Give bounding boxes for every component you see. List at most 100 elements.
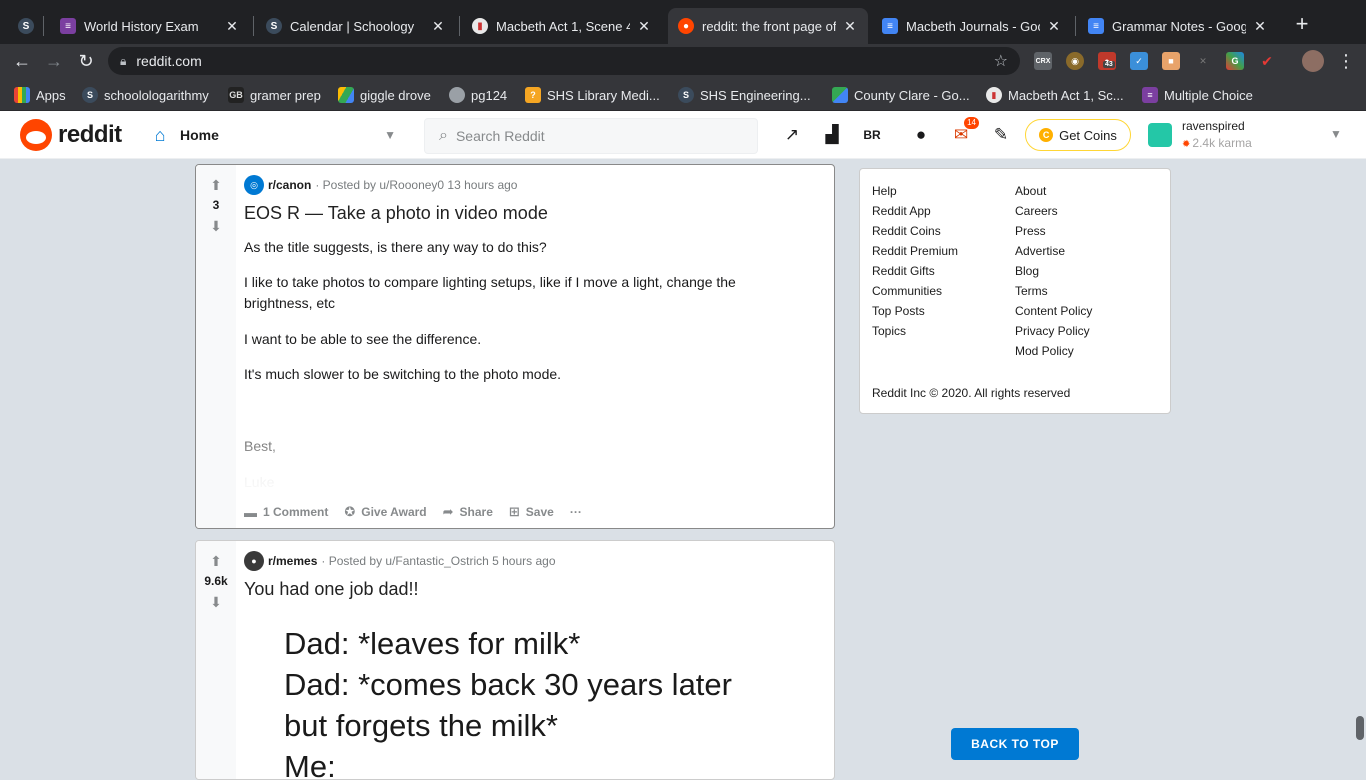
footer-link-mod-policy[interactable]: Mod Policy bbox=[1015, 344, 1074, 358]
subreddit-name[interactable]: r/canon bbox=[268, 178, 311, 192]
footer-link-about[interactable]: About bbox=[1015, 184, 1046, 198]
bookmark-county-clare[interactable]: County Clare - Go... bbox=[832, 85, 970, 105]
tab-schoology-pinned[interactable]: S bbox=[8, 8, 52, 44]
color-extension-icon[interactable]: G bbox=[1226, 52, 1244, 70]
footer-link-press[interactable]: Press bbox=[1015, 224, 1046, 238]
adblock-extension-icon[interactable]: ●43 bbox=[1098, 52, 1116, 70]
get-coins-button[interactable]: C Get Coins bbox=[1025, 119, 1131, 151]
search-input[interactable]: ⌕ Search Reddit bbox=[424, 118, 758, 154]
blank-extension-icon[interactable]: ✕ bbox=[1194, 52, 1212, 70]
save-button[interactable]: ⊞ Save bbox=[509, 504, 554, 520]
close-icon[interactable]: ✕ bbox=[842, 18, 858, 35]
meme-image[interactable]: Dad: *leaves for milk* Dad: *comes back … bbox=[284, 623, 804, 779]
bookmark-label: County Clare - Go... bbox=[854, 87, 970, 103]
tab-title: reddit: the front page of bbox=[702, 18, 836, 34]
mail-icon[interactable]: ✉ 14 bbox=[949, 117, 979, 147]
footer-link-content-policy[interactable]: Content Policy bbox=[1015, 304, 1092, 318]
post-card[interactable]: ⬆ 3 ⬇ ◎ r/canon · Posted by u/Roooney0 1… bbox=[195, 164, 835, 529]
crx-extension-icon[interactable]: CRX bbox=[1034, 52, 1052, 70]
footer-link-top-posts[interactable]: Top Posts bbox=[872, 304, 925, 318]
subreddit-name[interactable]: r/memes bbox=[268, 554, 317, 568]
footer-link-terms[interactable]: Terms bbox=[1015, 284, 1048, 298]
leaderboard-icon[interactable]: ▟ bbox=[820, 123, 844, 147]
footer-link-advertise[interactable]: Advertise bbox=[1015, 244, 1065, 258]
footer-link-privacy-policy[interactable]: Privacy Policy bbox=[1015, 324, 1090, 338]
bookmark-schoolologarithmy[interactable]: S schoolologarithmy bbox=[82, 85, 209, 105]
tab-macbeth-journals[interactable]: ≡ Macbeth Journals - Goog ✕ bbox=[872, 8, 1072, 44]
back-to-top-button[interactable]: BACK TO TOP bbox=[951, 728, 1079, 760]
screencast-extension-icon[interactable]: ✓ bbox=[1130, 52, 1148, 70]
close-icon[interactable]: ✕ bbox=[636, 18, 652, 35]
share-label: Share bbox=[459, 505, 493, 519]
close-icon[interactable]: ✕ bbox=[430, 18, 446, 35]
mail-badge: 14 bbox=[964, 117, 979, 129]
bookmark-apps[interactable]: Apps bbox=[14, 85, 66, 105]
create-post-icon[interactable]: ✎ bbox=[989, 123, 1013, 147]
lock-icon: 🔒︎ bbox=[120, 53, 127, 68]
tab-calendar-schoology[interactable]: S Calendar | Schoology ✕ bbox=[256, 8, 456, 44]
close-icon[interactable]: ✕ bbox=[1046, 18, 1062, 35]
footer-link-careers[interactable]: Careers bbox=[1015, 204, 1058, 218]
reddit-live-icon[interactable]: BR bbox=[860, 123, 884, 147]
bookmark-shs-library[interactable]: ? SHS Library Medi... bbox=[525, 85, 660, 105]
footer-link-help[interactable]: Help bbox=[872, 184, 897, 198]
home-dropdown[interactable]: ⌂ Home ▼ bbox=[146, 117, 400, 153]
close-icon[interactable]: ✕ bbox=[1252, 18, 1268, 35]
docs-icon: ≡ bbox=[1088, 18, 1104, 34]
tab-world-history-exam[interactable]: ≡ World History Exam ✕ bbox=[50, 8, 250, 44]
new-tab-button[interactable]: + bbox=[1290, 12, 1314, 36]
upvote-icon[interactable]: ⬆ bbox=[206, 176, 226, 194]
downvote-icon[interactable]: ⬇ bbox=[206, 217, 226, 235]
more-icon: ··· bbox=[569, 505, 582, 519]
footer-link-communities[interactable]: Communities bbox=[872, 284, 942, 298]
more-options-button[interactable]: ··· bbox=[570, 505, 582, 519]
user-menu[interactable]: ravenspired ✹ 2.4k karma ▼ bbox=[1146, 117, 1346, 153]
chrome-menu-icon[interactable]: ⋮ bbox=[1334, 49, 1358, 73]
post-card[interactable]: ⬆ 9.6k ⬇ ● r/memes · Posted by u/Fantast… bbox=[195, 540, 835, 780]
meme-line: but forgets the milk* bbox=[284, 708, 558, 743]
tab-macbeth-act1[interactable]: ▮ Macbeth Act 1, Scene 4 T ✕ bbox=[462, 8, 662, 44]
tab-grammar-notes[interactable]: ≡ Grammar Notes - Google ✕ bbox=[1078, 8, 1278, 44]
footer-link-topics[interactable]: Topics bbox=[872, 324, 906, 338]
footer-link-reddit-coins[interactable]: Reddit Coins bbox=[872, 224, 941, 238]
owl-extension-icon[interactable]: ◉ bbox=[1066, 52, 1084, 70]
footer-link-reddit-app[interactable]: Reddit App bbox=[872, 204, 931, 218]
subreddit-icon[interactable]: ◎ bbox=[244, 175, 264, 195]
chevron-down-icon: ▼ bbox=[1330, 127, 1342, 141]
forward-arrow-icon[interactable]: → bbox=[42, 49, 66, 73]
post-title[interactable]: You had one job dad!! bbox=[244, 579, 419, 600]
character-extension-icon[interactable]: ■ bbox=[1162, 52, 1180, 70]
footer-link-blog[interactable]: Blog bbox=[1015, 264, 1039, 278]
karma-value: 2.4k karma bbox=[1192, 136, 1252, 150]
footer-link-reddit-gifts[interactable]: Reddit Gifts bbox=[872, 264, 935, 278]
bookmark-gramer-prep[interactable]: GB gramer prep bbox=[228, 85, 321, 105]
back-arrow-icon[interactable]: ← bbox=[10, 49, 34, 73]
scrollbar-thumb[interactable] bbox=[1356, 716, 1364, 740]
bookmark-pg124[interactable]: pg124 bbox=[449, 85, 507, 105]
bookmark-multiple-choice[interactable]: ≡ Multiple Choice bbox=[1142, 85, 1253, 105]
address-bar[interactable]: 🔒︎ reddit.com ☆ bbox=[108, 47, 1020, 75]
downvote-icon[interactable]: ⬇ bbox=[206, 593, 226, 611]
share-button[interactable]: ➦ Share bbox=[443, 504, 493, 520]
comments-button[interactable]: ▬ 1 Comment bbox=[244, 505, 328, 520]
tab-reddit[interactable]: ● reddit: the front page of ✕ bbox=[668, 8, 868, 44]
close-icon[interactable]: ✕ bbox=[224, 18, 240, 35]
bookmark-shs-engineering[interactable]: S SHS Engineering... bbox=[678, 85, 811, 105]
upvote-icon[interactable]: ⬆ bbox=[206, 552, 226, 570]
bookmark-giggle-drove[interactable]: giggle drove bbox=[338, 85, 431, 105]
reddit-logo-icon[interactable] bbox=[20, 119, 52, 151]
reload-icon[interactable]: ↻ bbox=[74, 49, 98, 73]
post-title[interactable]: EOS R — Take a photo in video mode bbox=[244, 203, 548, 224]
profile-avatar[interactable] bbox=[1302, 50, 1324, 72]
bookmark-macbeth[interactable]: ▮ Macbeth Act 1, Sc... bbox=[986, 85, 1124, 105]
bookmark-star-icon[interactable]: ☆ bbox=[994, 51, 1008, 71]
check-extension-icon[interactable]: ✔ bbox=[1258, 52, 1276, 70]
trending-icon[interactable]: ↗ bbox=[780, 123, 804, 147]
subreddit-icon[interactable]: ● bbox=[244, 551, 264, 571]
save-label: Save bbox=[525, 505, 554, 519]
chat-icon[interactable]: ● bbox=[909, 123, 933, 147]
give-award-button[interactable]: ✪ Give Award bbox=[344, 504, 426, 520]
reddit-wordmark[interactable]: reddit bbox=[58, 121, 122, 149]
footer-link-reddit-premium[interactable]: Reddit Premium bbox=[872, 244, 958, 258]
drive-icon bbox=[338, 87, 354, 103]
